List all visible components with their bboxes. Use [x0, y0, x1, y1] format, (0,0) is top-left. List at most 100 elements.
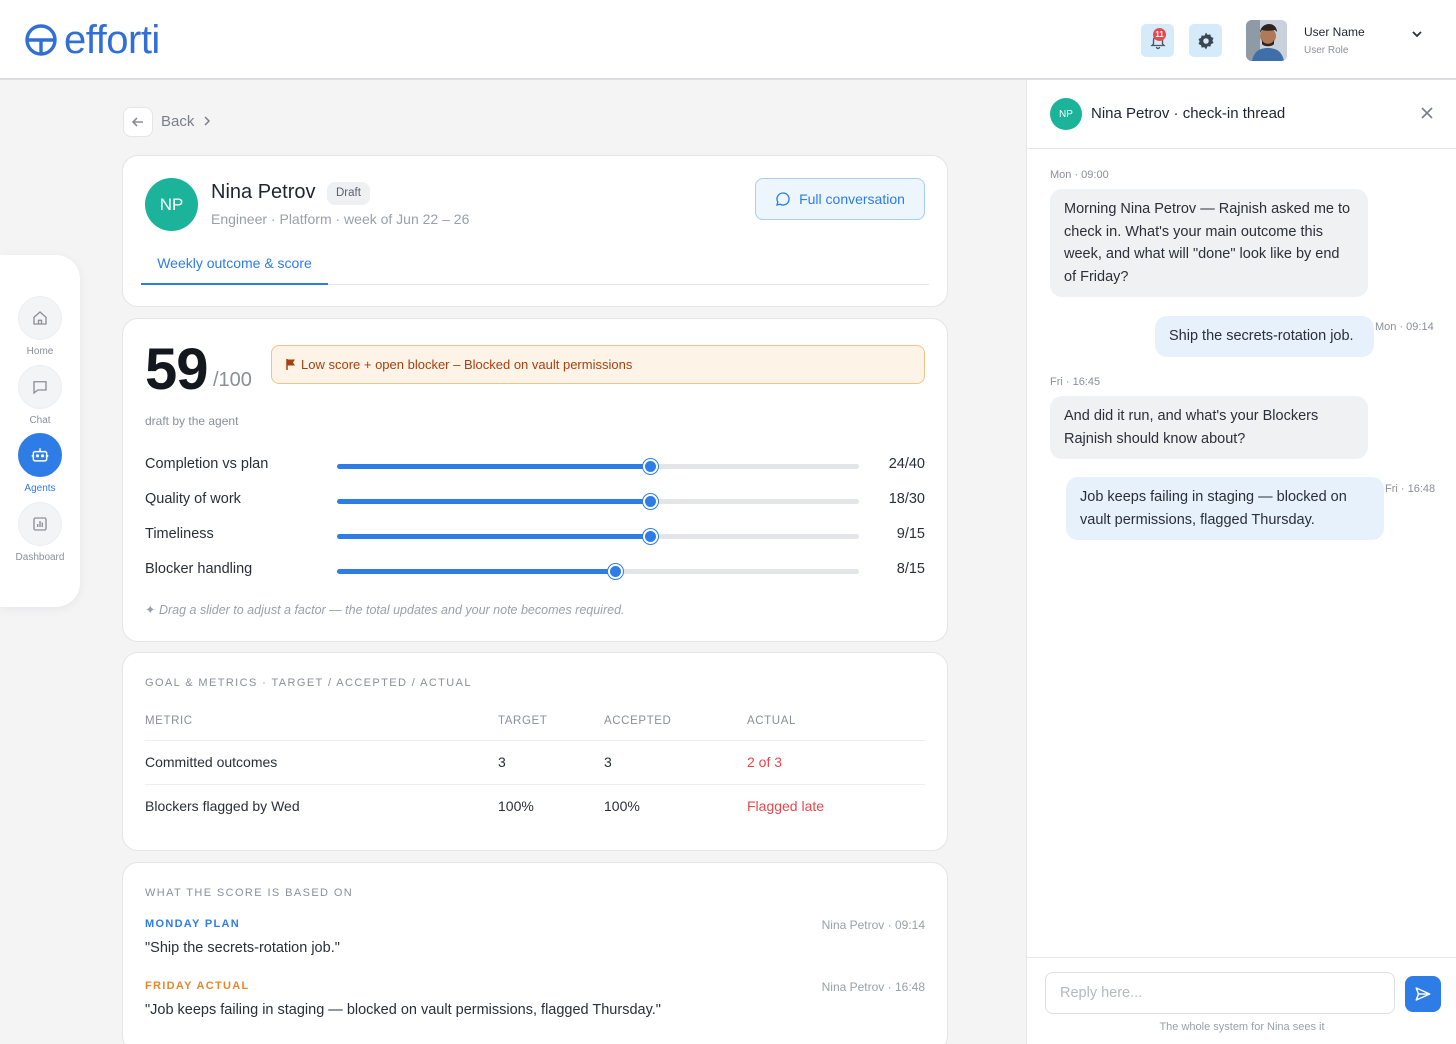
friday-actual-tag: FRIDAY ACTUAL: [145, 980, 250, 992]
message-time: Fri · 16:48: [1385, 483, 1436, 495]
flag-icon: [286, 359, 295, 370]
sidebar-item-agents[interactable]: Agents: [0, 433, 80, 494]
home-icon: [33, 311, 47, 325]
factor-value: 24/40: [888, 456, 925, 472]
user-message: Job keeps failing in staging — blocked o…: [1066, 477, 1384, 540]
score-basis-card: WHAT THE SCORE IS BASED ON MONDAY PLAN N…: [122, 862, 948, 1044]
column-header: ACCEPTED: [604, 715, 672, 727]
metrics-card: GOAL & METRICS · TARGET / ACCEPTED / ACT…: [122, 652, 948, 851]
sidebar-item-label: Chat: [29, 415, 51, 426]
message-time: Mon · 09:00: [1050, 169, 1109, 181]
monday-plan-tag: MONDAY PLAN: [145, 918, 240, 930]
metric-actual: Flagged late: [747, 798, 825, 814]
gear-icon: [1198, 32, 1213, 49]
factor-slider[interactable]: [337, 494, 859, 509]
factor-value: 9/15: [896, 526, 925, 542]
factor-value: 18/30: [888, 491, 925, 507]
sidebar-item-home[interactable]: Home: [0, 296, 80, 357]
factor-value: 8/15: [896, 561, 925, 577]
chevron-down-icon[interactable]: [1410, 27, 1424, 41]
employee-name: Nina Petrov: [211, 181, 316, 203]
section-title: GOAL & METRICS · TARGET / ACCEPTED / ACT…: [145, 677, 472, 689]
logo[interactable]: efforti: [24, 20, 160, 60]
user-avatar[interactable]: [1246, 20, 1287, 61]
factor-row: Quality of work 18/30: [145, 489, 925, 511]
check-in-thread-panel: NP Nina Petrov · check-in thread Mon · 0…: [1026, 80, 1456, 1044]
metric-target: 3: [498, 754, 506, 770]
sidebar-item-chat[interactable]: Chat: [0, 365, 80, 426]
arrow-left-icon: [131, 117, 143, 127]
chevron-right-icon: [204, 116, 211, 126]
metric-accepted: 3: [604, 754, 612, 770]
table-row: Committed outcomes 3 3 2 of 3: [145, 740, 925, 784]
blocker-alert: Low score + open blocker – Blocked on va…: [271, 345, 925, 384]
user-message: Ship the secrets-rotation job.: [1155, 316, 1374, 357]
metric-actual: 2 of 3: [747, 754, 783, 770]
agent-message: And did it run, and what's your Blockers…: [1050, 396, 1368, 459]
slider-thumb[interactable]: [643, 494, 659, 509]
slider-thumb[interactable]: [643, 529, 659, 544]
thread-header: NP Nina Petrov · check-in thread: [1027, 80, 1456, 149]
close-icon[interactable]: [1420, 106, 1434, 120]
factor-slider[interactable]: [337, 564, 859, 579]
side-nav: Home Chat Agents Dashboard: [0, 255, 80, 607]
employee-subtitle: Engineer · Platform · week of Jun 22 – 2…: [211, 211, 470, 227]
avatar: NP: [1050, 98, 1082, 130]
logo-mark-icon: [25, 24, 57, 56]
factor-slider[interactable]: [337, 529, 859, 544]
factor-label: Completion vs plan: [145, 456, 269, 472]
robot-icon: [31, 448, 49, 462]
back-button[interactable]: [123, 107, 153, 137]
status-badge: Draft: [327, 182, 370, 205]
send-button[interactable]: [1405, 976, 1441, 1012]
factor-slider[interactable]: [337, 459, 859, 474]
metric-name: Blockers flagged by Wed: [145, 798, 300, 814]
full-conversation-label: Full conversation: [799, 191, 905, 207]
factor-row: Blocker handling 8/15: [145, 559, 925, 581]
monday-plan-meta: Nina Petrov · 09:14: [821, 918, 925, 932]
settings-button[interactable]: [1189, 24, 1222, 57]
column-header: METRIC: [145, 715, 193, 727]
column-header: TARGET: [498, 715, 548, 727]
friday-actual-meta: Nina Petrov · 16:48: [821, 980, 925, 994]
notification-badge: 11: [1153, 28, 1166, 41]
notifications-button[interactable]: 11: [1141, 24, 1174, 57]
tab-weekly-outcome[interactable]: Weekly outcome & score: [141, 252, 328, 285]
profile-card: NP Nina Petrov Draft Engineer · Platform…: [122, 155, 948, 307]
chat-icon: [33, 381, 47, 395]
friday-actual-quote: "Job keeps failing in staging — blocked …: [145, 1002, 661, 1018]
sidebar-item-dashboard[interactable]: Dashboard: [0, 502, 80, 563]
sidebar-item-label: Agents: [24, 483, 56, 494]
send-icon: [1415, 987, 1431, 1001]
column-header: ACTUAL: [747, 715, 796, 727]
score-max: /100: [213, 369, 252, 391]
sidebar-item-label: Dashboard: [15, 552, 65, 563]
slider-thumb[interactable]: [608, 564, 624, 579]
avatar: NP: [145, 178, 198, 231]
top-bar: efforti 11 User Name User Role: [0, 0, 1456, 80]
score-note: draft by the agent: [145, 414, 239, 428]
back-label[interactable]: Back: [161, 113, 194, 130]
factor-row: Completion vs plan 24/40: [145, 454, 925, 476]
monday-plan-quote: "Ship the secrets-rotation job.": [145, 940, 340, 956]
sparkle-icon: ✦: [145, 603, 159, 617]
metric-name: Committed outcomes: [145, 754, 278, 770]
slider-thumb[interactable]: [643, 459, 659, 474]
alert-text: Low score + open blocker – Blocked on va…: [301, 357, 633, 372]
factor-row: Timeliness 9/15: [145, 524, 925, 546]
agent-message: Morning Nina Petrov — Rajnish asked me t…: [1050, 189, 1368, 297]
message-time: Fri · 16:45: [1050, 376, 1101, 388]
full-conversation-button[interactable]: Full conversation: [755, 178, 925, 220]
sidebar-item-label: Home: [26, 346, 54, 357]
logo-text: efforti: [64, 18, 160, 62]
dashboard-icon: [33, 517, 47, 531]
user-name: User Name: [1304, 25, 1365, 39]
slider-hint: ✦ Drag a slider to adjust a factor — the…: [145, 603, 625, 617]
score-card: 59 /100 draft by the agent Low score + o…: [122, 318, 948, 642]
reply-input[interactable]: [1045, 972, 1395, 1014]
reply-composer: The whole system for Nina sees it: [1027, 957, 1456, 1044]
message-time: Mon · 09:14: [1375, 321, 1434, 333]
metric-accepted: 100%: [604, 798, 640, 814]
thread-title: Nina Petrov · check-in thread: [1091, 105, 1286, 122]
metric-target: 100%: [498, 798, 534, 814]
